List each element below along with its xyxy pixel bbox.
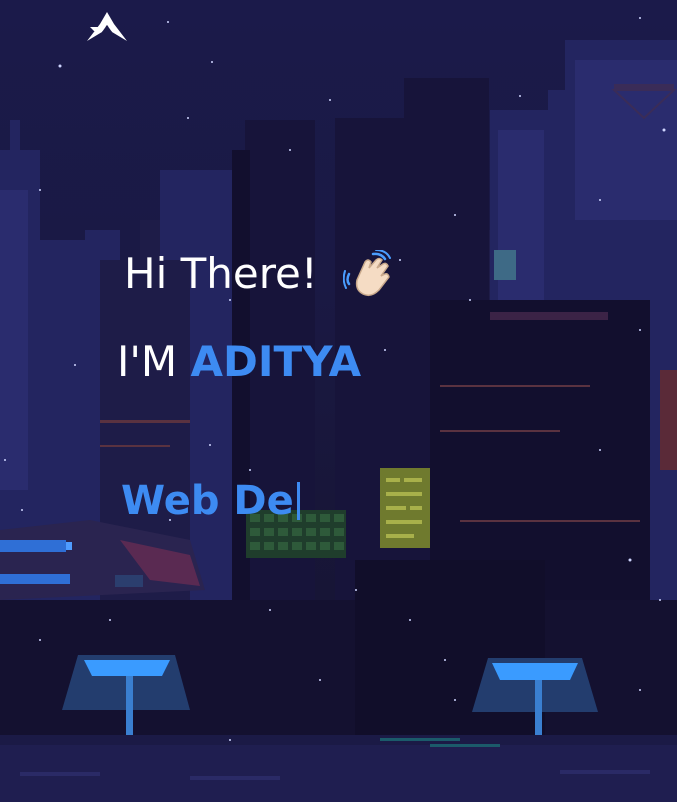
intro-heading: I'M ADITYA bbox=[117, 334, 361, 390]
typewriter-text: Web De bbox=[121, 476, 300, 526]
typed-role-text: Web De bbox=[121, 478, 294, 524]
waving-hand-icon bbox=[343, 250, 391, 297]
typing-cursor bbox=[296, 482, 300, 520]
greeting-heading: Hi There! bbox=[124, 249, 318, 298]
home-page: Hi There! I'M ADITYA Web De bbox=[0, 0, 677, 802]
name-highlight: ADITYA bbox=[190, 337, 362, 386]
intro-prefix: I'M bbox=[117, 337, 178, 386]
hero-section: Hi There! I'M ADITYA Web De bbox=[0, 0, 677, 802]
